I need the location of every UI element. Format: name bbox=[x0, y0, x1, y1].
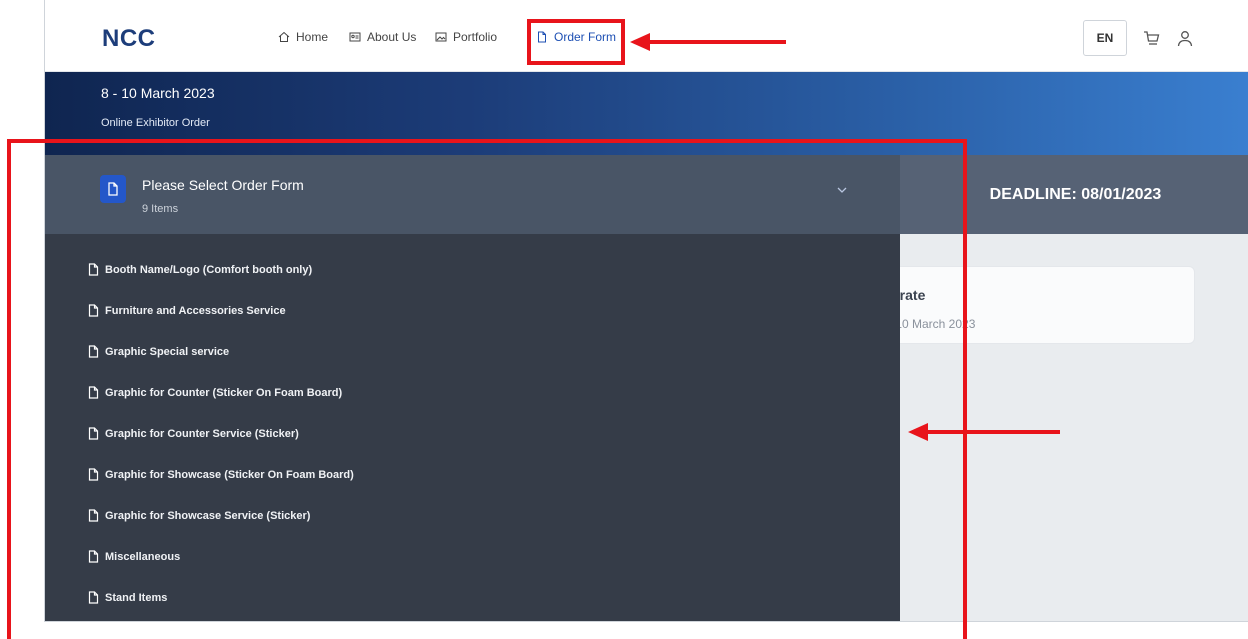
dropdown-item-label: Graphic for Showcase Service (Sticker) bbox=[105, 509, 311, 522]
file-icon bbox=[88, 550, 99, 563]
file-icon bbox=[88, 427, 99, 440]
cart-button[interactable] bbox=[1141, 28, 1163, 50]
dropdown-item-label: Miscellaneous bbox=[105, 550, 181, 563]
top-navbar: NCC Home About Us Portfolio Order Form E… bbox=[45, 0, 1248, 72]
order-form-selector[interactable]: Please Select Order Form 9 Items bbox=[45, 155, 900, 234]
dropdown-item[interactable]: Graphic for Showcase Service (Sticker) bbox=[88, 509, 310, 522]
dropdown-item-label: Furniture and Accessories Service bbox=[105, 304, 286, 317]
dropdown-item[interactable]: Miscellaneous bbox=[88, 550, 180, 563]
deadline-banner: DEADLINE: 08/01/2023 bbox=[900, 155, 1248, 234]
dropdown-item-label: Graphic for Counter (Sticker On Foam Boa… bbox=[105, 386, 343, 399]
dropdown-item[interactable]: Graphic for Counter Service (Sticker) bbox=[88, 427, 299, 440]
brand-logo[interactable]: NCC bbox=[102, 25, 156, 53]
dropdown-item-label: Booth Name/Logo (Comfort booth only) bbox=[105, 263, 313, 276]
dropdown-item-label: Graphic for Showcase (Sticker On Foam Bo… bbox=[105, 468, 354, 481]
chevron-down-icon[interactable] bbox=[835, 183, 849, 197]
id-card-icon bbox=[349, 32, 361, 42]
dropdown-item[interactable]: Graphic for Counter (Sticker On Foam Boa… bbox=[88, 386, 342, 399]
cart-icon bbox=[1144, 31, 1160, 45]
rate-card[interactable]: e rate - 10 March 2023 bbox=[875, 266, 1195, 344]
event-date: 8 - 10 March 2023 bbox=[101, 85, 215, 101]
nav-about-label: About Us bbox=[367, 30, 417, 44]
dropdown-item-label: Stand Items bbox=[105, 591, 168, 604]
dropdown-item[interactable]: Stand Items bbox=[88, 591, 167, 604]
user-icon bbox=[1177, 31, 1193, 47]
image-icon bbox=[435, 32, 447, 42]
form-badge bbox=[100, 175, 126, 203]
file-icon bbox=[88, 386, 99, 399]
nav-home[interactable]: Home bbox=[278, 30, 328, 44]
nav-order-form-label: Order Form bbox=[554, 30, 617, 44]
file-icon bbox=[88, 345, 99, 358]
nav-home-label: Home bbox=[296, 30, 329, 44]
browser-viewport: NCC Home About Us Portfolio Order Form E… bbox=[44, 0, 1248, 622]
event-subtitle: Online Exhibitor Order bbox=[101, 117, 210, 129]
dropdown-item[interactable]: Graphic for Showcase (Sticker On Foam Bo… bbox=[88, 468, 354, 481]
nav-order-form[interactable]: Order Form bbox=[536, 30, 616, 44]
file-icon bbox=[88, 263, 99, 276]
event-banner: 8 - 10 March 2023 Online Exhibitor Order bbox=[45, 72, 1248, 155]
dropdown-item-label: Graphic Special service bbox=[105, 345, 230, 358]
home-icon bbox=[278, 31, 290, 42]
selector-count: 9 Items bbox=[142, 203, 179, 215]
dropdown-item[interactable]: Graphic Special service bbox=[88, 345, 229, 358]
file-icon bbox=[88, 468, 99, 481]
selector-title: Please Select Order Form bbox=[142, 177, 304, 193]
nav-portfolio-label: Portfolio bbox=[453, 30, 498, 44]
nav-about[interactable]: About Us bbox=[349, 30, 416, 44]
file-icon bbox=[88, 591, 99, 604]
dropdown-item[interactable]: Booth Name/Logo (Comfort booth only) bbox=[88, 263, 312, 276]
deadline-text: DEADLINE: 08/01/2023 bbox=[989, 185, 1162, 203]
user-button[interactable] bbox=[1174, 28, 1196, 50]
order-form-dropdown: Booth Name/Logo (Comfort booth only) Fur… bbox=[45, 234, 900, 621]
dropdown-item[interactable]: Furniture and Accessories Service bbox=[88, 304, 286, 317]
file-icon bbox=[538, 31, 546, 43]
dropdown-item-label: Graphic for Counter Service (Sticker) bbox=[105, 427, 299, 440]
file-icon bbox=[108, 182, 118, 196]
language-button[interactable]: EN bbox=[1083, 20, 1127, 56]
file-icon bbox=[88, 509, 99, 522]
nav-portfolio[interactable]: Portfolio bbox=[435, 30, 497, 44]
rate-card-date: - 10 March 2023 bbox=[888, 317, 976, 331]
file-icon bbox=[88, 304, 99, 317]
